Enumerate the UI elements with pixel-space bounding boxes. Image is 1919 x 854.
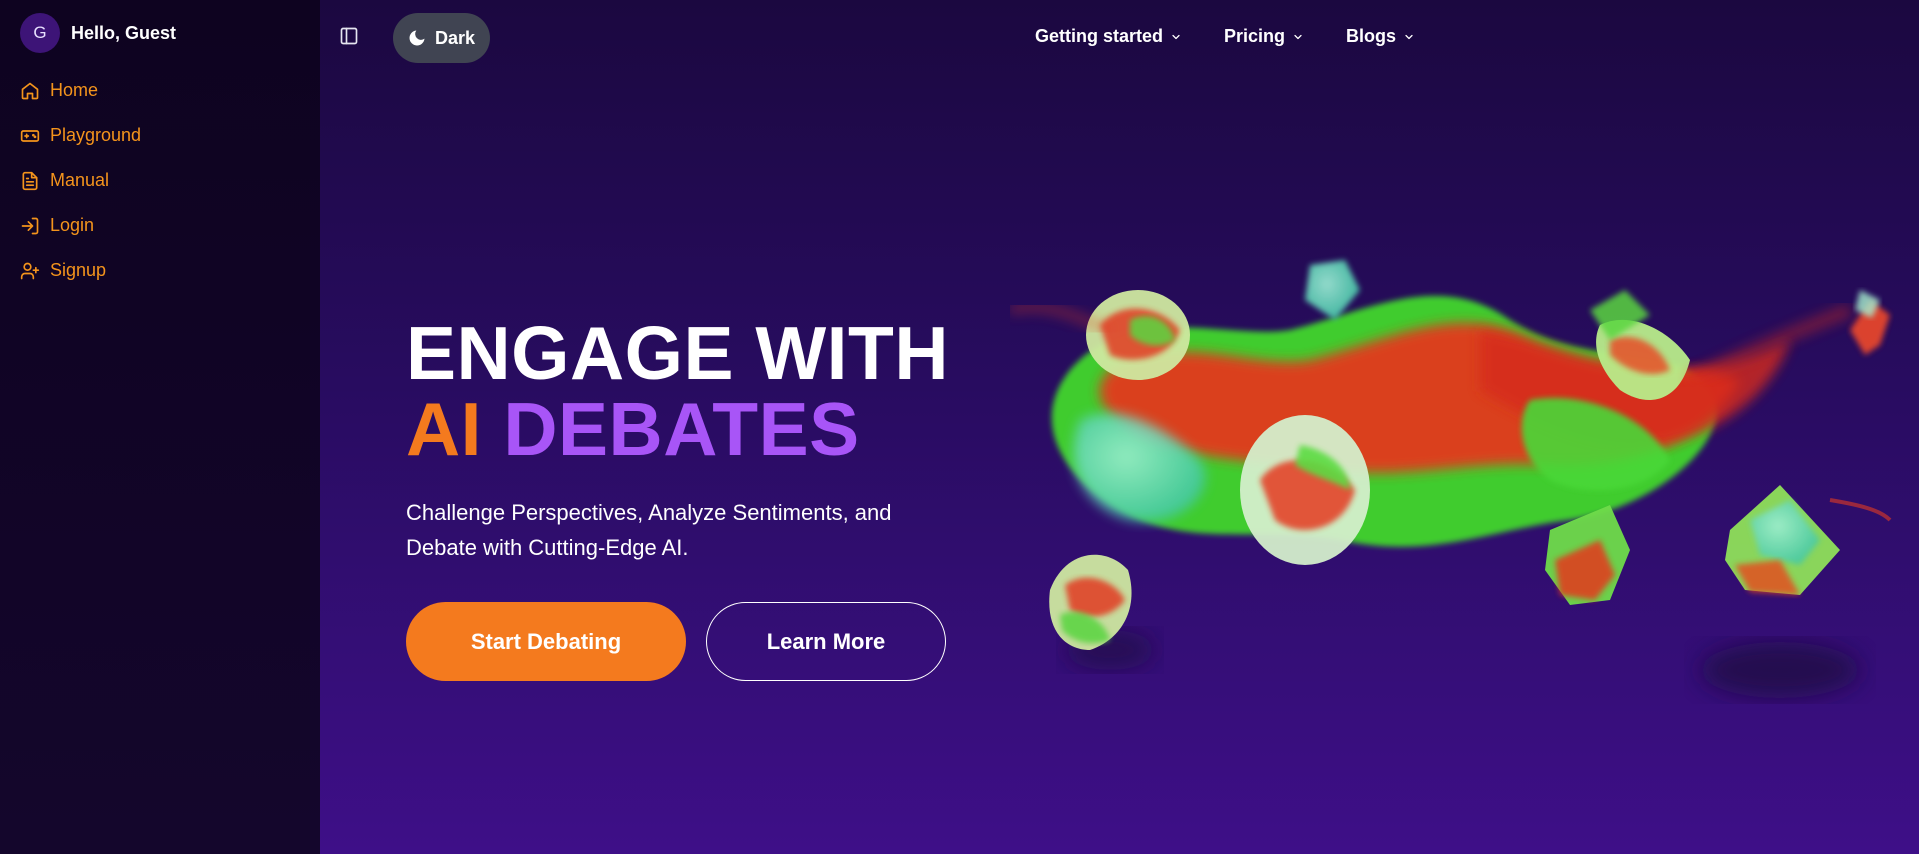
sidebar-item-login[interactable]: Login [20,203,141,248]
sidebar-item-label: Manual [50,170,110,190]
home-icon [21,82,39,99]
nav-pricing[interactable]: Pricing [1224,26,1304,47]
sidebar-item-home[interactable]: Home [20,68,141,113]
sidebar-item-label: Login [50,215,95,235]
hero-section: ENGAGE WITH AI DEBATES Challenge Perspec… [406,315,949,681]
sidebar-item-label: Signup [50,260,107,280]
chevron-down-icon [1294,34,1302,39]
document-icon [22,171,38,190]
nav-getting-started[interactable]: Getting started [1035,26,1182,47]
hero-3d-illustration [1010,260,1892,698]
avatar[interactable]: G [20,13,60,53]
sidebar-item-manual[interactable]: Manual [20,158,141,203]
hero-headline: ENGAGE WITH AI DEBATES [406,315,949,467]
hero-buttons: Start Debating Learn More [406,602,949,681]
start-debating-button[interactable]: Start Debating [406,602,686,681]
headline-debates: DEBATES [503,387,860,471]
gamepad-icon [20,129,40,142]
greeting-text: Hello, Guest [71,22,177,43]
headline-line1: ENGAGE WITH [406,311,949,395]
chevron-down-icon [1405,34,1413,39]
theme-label: Dark [435,27,476,48]
nav-label: Pricing [1224,26,1286,46]
login-icon [21,217,39,234]
main-content: Dark Getting started Pricing Blogs ENGAG… [320,0,1919,854]
hero-subtitle: Challenge Perspectives, Analyze Sentimen… [406,500,892,560]
chevron-down-icon [1172,34,1180,39]
nav-blogs[interactable]: Blogs [1346,26,1415,47]
sidebar-item-playground[interactable]: Playground [20,113,141,158]
sidebar-toggle-button[interactable] [339,26,359,46]
moon-icon [409,30,425,46]
user-profile[interactable]: G Hello, Guest [20,13,176,53]
sidebar: G Hello, Guest Home Playground Manual Lo… [0,0,320,854]
top-nav: Getting started Pricing Blogs [1035,26,1457,47]
sidebar-nav: Home Playground Manual Login Signup [20,68,141,293]
sidebar-panel-icon [340,27,358,45]
sidebar-item-label: Home [50,80,99,100]
headline-ai: AI [406,387,482,471]
theme-toggle-button[interactable]: Dark [393,13,490,63]
sidebar-item-label: Playground [50,125,142,145]
nav-label: Getting started [1035,26,1164,46]
user-plus-icon [20,262,40,279]
learn-more-button[interactable]: Learn More [706,602,946,681]
sidebar-item-signup[interactable]: Signup [20,248,141,293]
nav-label: Blogs [1346,26,1397,46]
